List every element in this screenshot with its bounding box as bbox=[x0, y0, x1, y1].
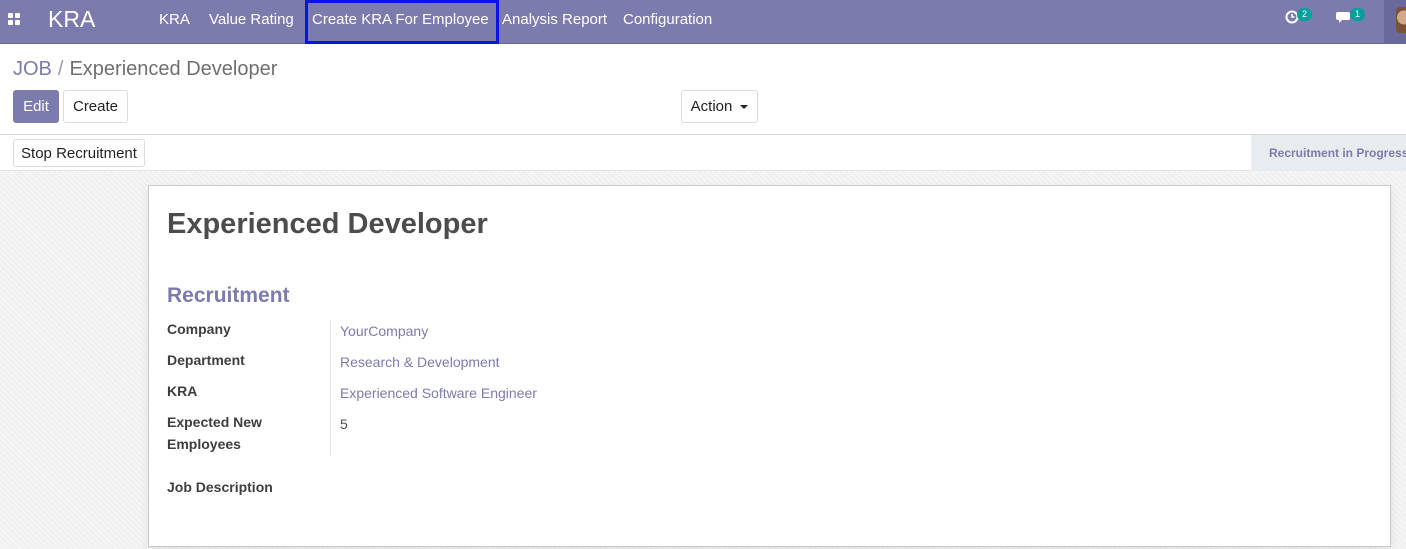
edit-button[interactable]: Edit bbox=[13, 90, 59, 123]
user-menu[interactable] bbox=[1384, 0, 1406, 44]
breadcrumb: JOB / Experienced Developer bbox=[13, 58, 277, 81]
stop-recruitment-button[interactable]: Stop Recruitment bbox=[13, 139, 145, 167]
app-brand[interactable]: KRA bbox=[48, 6, 95, 33]
job-description-label: Job Description bbox=[167, 479, 273, 495]
menu-item-analysis-report[interactable]: Analysis Report bbox=[502, 11, 607, 28]
company-link[interactable]: YourCompany bbox=[340, 320, 428, 342]
highlight-box bbox=[305, 0, 499, 44]
create-button[interactable]: Create bbox=[63, 90, 128, 123]
expected-new-employees-value: 5 bbox=[340, 416, 348, 432]
field-label-department: Department bbox=[167, 352, 245, 368]
status-stage-recruitment-in-progress[interactable]: Recruitment in Progress bbox=[1251, 135, 1406, 171]
menu-item-configuration[interactable]: Configuration bbox=[623, 11, 712, 28]
kra-link[interactable]: Experienced Software Engineer bbox=[340, 382, 537, 404]
field-label-expected-new-employees: Expected New Employees bbox=[167, 414, 262, 452]
department-link[interactable]: Research & Development bbox=[340, 351, 500, 373]
caret-down-icon bbox=[740, 104, 749, 109]
group-title-recruitment: Recruitment bbox=[167, 284, 290, 307]
status-bar: Stop Recruitment Recruitment in Progress bbox=[0, 135, 1406, 171]
breadcrumb-separator: / bbox=[57, 58, 64, 80]
field-label-kra: KRA bbox=[167, 383, 198, 399]
messages-badge: 1 bbox=[1350, 8, 1365, 21]
breadcrumb-parent-link[interactable]: JOB bbox=[13, 58, 52, 80]
messages-chat-icon[interactable] bbox=[1336, 10, 1350, 24]
form-sheet: Experienced Developer Recruitment Compan… bbox=[148, 185, 1391, 547]
breadcrumb-current: Experienced Developer bbox=[69, 58, 278, 80]
record-title: Experienced Developer bbox=[167, 208, 488, 240]
menu-item-value-rating[interactable]: Value Rating bbox=[209, 11, 294, 28]
avatar[interactable] bbox=[1396, 7, 1406, 33]
top-navbar: KRA KRA Value Rating Create KRA For Empl… bbox=[0, 0, 1406, 44]
activity-badge: 2 bbox=[1297, 8, 1312, 21]
field-label-company: Company bbox=[167, 321, 231, 337]
apps-grid-icon[interactable] bbox=[8, 13, 20, 25]
field-separator bbox=[330, 320, 331, 456]
action-dropdown-button[interactable]: Action bbox=[681, 90, 758, 123]
action-label: Action bbox=[690, 98, 733, 115]
menu-item-kra[interactable]: KRA bbox=[159, 11, 190, 28]
